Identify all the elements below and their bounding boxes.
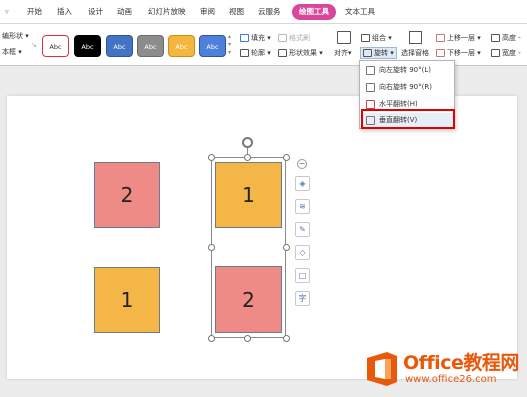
textbox-button[interactable]: 本框 ▾ — [2, 47, 22, 57]
send-backward-button[interactable]: 下移一层 ▾ — [436, 48, 481, 58]
height-label: 高度 — [502, 34, 516, 42]
rotate-right-90-item[interactable]: 向右旋转 90°(R) — [362, 80, 453, 95]
highlight-annotation-box — [361, 109, 455, 129]
resize-handle-s[interactable] — [244, 335, 251, 342]
tab-drawing-tools[interactable]: 绘图工具 — [292, 4, 336, 20]
outline-icon — [240, 49, 249, 57]
fill-button[interactable]: 填充 ▾ — [240, 33, 271, 43]
resize-handle-ne[interactable] — [283, 154, 290, 161]
tab-slideshow[interactable]: 幻灯片放映 — [148, 4, 186, 20]
edit-shape-button[interactable]: 编形状 ▾ — [2, 31, 29, 41]
tab-design[interactable]: 设计 — [88, 4, 103, 20]
shape-effects-button[interactable]: 形状效果 ▾ — [278, 48, 323, 58]
resize-handle-sw[interactable] — [208, 335, 215, 342]
width-field[interactable]: 宽度 - — [491, 48, 521, 58]
rotate-left-90-item[interactable]: 向左旋转 90°(L) — [362, 63, 453, 78]
rotation-handle-icon[interactable] — [242, 137, 253, 148]
textbox-label: 本框 — [2, 48, 16, 56]
style-swatch-gray[interactable]: Abc — [137, 35, 164, 57]
style-swatch-blue[interactable]: Abc — [106, 35, 133, 57]
resize-handle-e[interactable] — [283, 244, 290, 251]
style-swatch-white[interactable]: Abc — [42, 35, 69, 57]
resize-handle-nw[interactable] — [208, 154, 215, 161]
text-icon[interactable]: 字 — [295, 291, 310, 306]
selection-pane-label: 选择窗格 — [401, 49, 429, 57]
align-label: 对齐 — [334, 49, 348, 57]
tab-review[interactable]: 审阅 — [200, 4, 215, 20]
align-icon[interactable] — [337, 31, 351, 44]
tab-animation[interactable]: 动画 — [117, 4, 132, 20]
left-bottom-number: 1 — [120, 288, 134, 312]
office-logo-icon — [365, 351, 399, 387]
expand-icon[interactable]: ↘ — [31, 40, 37, 50]
left-top-number: 2 — [120, 183, 134, 207]
resize-handle-n[interactable] — [244, 154, 251, 161]
ribbon-tab-bar: ▿ 开始 插入 设计 动画 幻灯片放映 审阅 视图 云服务 绘图工具 文本工具 — [0, 0, 527, 24]
right-top-number: 1 — [242, 183, 255, 207]
align-button[interactable]: 对齐▾ — [334, 48, 352, 58]
resize-handle-se[interactable] — [283, 335, 290, 342]
bring-forward-label: 上移一层 — [447, 34, 475, 42]
outline-button[interactable]: 轮廓 ▾ — [240, 48, 271, 58]
bring-forward-button[interactable]: 上移一层 ▾ — [436, 33, 481, 43]
selection-pane-button[interactable]: 选择窗格 — [401, 48, 429, 58]
flip-horizontal-label: 水平翻转(H) — [379, 100, 418, 108]
collapse-toolbar-icon[interactable]: − — [297, 159, 307, 169]
send-backward-label: 下移一层 — [447, 49, 475, 57]
edit-shape-label: 编形状 — [2, 32, 23, 40]
right-top-square[interactable]: 1 — [215, 162, 282, 228]
tab-text-tools[interactable]: 文本工具 — [345, 4, 375, 20]
height-field[interactable]: 高度 - — [491, 33, 521, 43]
style-swatch-blue-2[interactable]: Abc — [199, 35, 226, 57]
height-icon — [491, 34, 500, 42]
flip-horizontal-icon — [366, 100, 375, 109]
shape-effects-label: 形状效果 — [289, 49, 317, 57]
rotate-button[interactable]: 旋转 ▾ — [360, 47, 397, 59]
group-button[interactable]: 组合 ▾ — [361, 33, 392, 43]
fill-label: 填充 — [251, 34, 265, 42]
fill-bucket-icon[interactable]: ◇ — [295, 245, 310, 260]
tab-cloud-service[interactable]: 云服务 — [258, 4, 281, 20]
shape-effects-icon — [278, 49, 287, 57]
swatch-scroll-icon[interactable]: ▴ ▾ ▾ — [228, 33, 231, 57]
rotate-icon — [363, 49, 372, 57]
tab-view[interactable]: 视图 — [229, 4, 244, 20]
resize-handle-w[interactable] — [208, 244, 215, 251]
outline-label: 轮廓 — [251, 49, 265, 57]
watermark-title: Office教程网 — [403, 352, 519, 374]
right-bottom-square[interactable]: 2 — [215, 266, 282, 333]
width-icon — [491, 49, 500, 57]
pen-icon[interactable]: ✎ — [295, 222, 310, 237]
width-label: 宽度 — [502, 49, 516, 57]
group-icon — [361, 34, 370, 42]
send-backward-icon — [436, 49, 445, 57]
format-painter-label: 格式刷 — [289, 34, 310, 42]
office-logo-watermark: Office教程网 www.office26.com — [363, 348, 523, 390]
left-bottom-square[interactable]: 1 — [94, 267, 160, 333]
border-icon[interactable]: □ — [295, 268, 310, 283]
bring-forward-icon — [436, 34, 445, 42]
style-swatch-black[interactable]: Abc — [74, 35, 101, 57]
watermark-url: www.office26.com — [405, 374, 497, 385]
layers-icon[interactable]: ≋ — [295, 199, 310, 214]
style-swatch-gold[interactable]: Abc — [168, 35, 195, 57]
group-label: 组合 — [372, 34, 386, 42]
right-bottom-number: 2 — [242, 287, 255, 312]
fill-icon — [240, 34, 249, 42]
rotate-right-icon — [366, 83, 375, 92]
shape-style-icon[interactable]: ◈ — [295, 176, 310, 191]
selection-pane-icon[interactable] — [409, 31, 422, 44]
format-painter-icon — [278, 34, 287, 42]
rotate-left-label: 向左旋转 90°(L) — [379, 66, 431, 74]
tab-home[interactable]: 开始 — [27, 4, 42, 20]
rotate-left-icon — [366, 66, 375, 75]
rotate-right-label: 向右旋转 90°(R) — [379, 83, 432, 91]
format-painter-button[interactable]: 格式刷 — [278, 33, 310, 43]
tab-insert[interactable]: 插入 — [57, 4, 72, 20]
quick-access-chevron-icon[interactable]: ▿ — [5, 4, 9, 20]
rotate-label: 旋转 — [374, 49, 388, 57]
left-top-square[interactable]: 2 — [94, 162, 160, 228]
